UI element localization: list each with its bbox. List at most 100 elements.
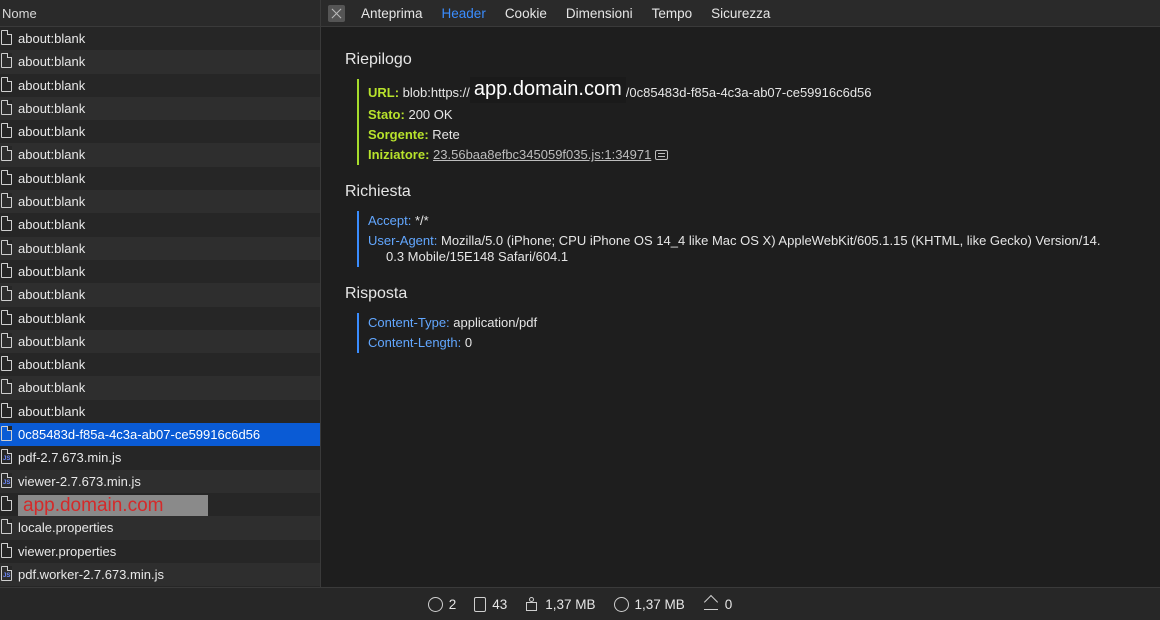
file-icon: [1, 332, 12, 348]
list-item[interactable]: about:blank: [0, 50, 320, 74]
name-column-header[interactable]: Nome: [0, 0, 320, 27]
content-length-value: 0: [464, 335, 473, 350]
list-item[interactable]: JS pdf.worker-2.7.673.min.js: [0, 562, 320, 587]
url-redacted-domain: app.domain.com: [469, 77, 626, 103]
close-icon[interactable]: [328, 4, 345, 22]
file-icon: [1, 426, 12, 442]
list-item-label: about:blank: [18, 217, 86, 233]
list-item[interactable]: about:blank: [0, 27, 320, 51]
source-value: Rete: [432, 127, 460, 142]
list-item-label: about:blank: [18, 240, 86, 256]
list-item[interactable]: about:blank: [0, 73, 320, 97]
status-row: Stato: 200 OK: [368, 105, 1160, 125]
accept-value: */*: [414, 213, 429, 228]
resources-stat: 43: [474, 596, 507, 612]
content-type-key: Content-Type:: [368, 315, 450, 330]
tab-dimensioni[interactable]: Dimensioni: [566, 6, 633, 21]
list-item-label: about:blank: [18, 263, 86, 279]
response-title: Risposta: [345, 285, 408, 302]
list-item[interactable]: JS viewer-2.7.673.min.js: [0, 469, 320, 493]
list-item[interactable]: about:blank: [0, 329, 320, 354]
file-icon: [1, 123, 12, 139]
tab-sicurezza[interactable]: Sicurezza: [711, 6, 770, 21]
request-title: Richiesta: [345, 183, 411, 200]
list-item[interactable]: about:blank: [0, 376, 320, 400]
list-item[interactable]: about:blank: [0, 96, 320, 121]
tab-header[interactable]: Header: [442, 6, 486, 21]
document-icon: [474, 596, 487, 612]
transferred-stat: 1,37 MB: [525, 596, 596, 612]
user-agent-value-1: Mozilla/5.0 (iPhone; CPU iPhone OS 14_4 …: [441, 233, 1101, 248]
list-item-label: about:blank: [18, 194, 86, 210]
file-icon: [1, 309, 12, 325]
initiator-link[interactable]: 23.56baa8efbc345059f035.js:1:34971: [433, 147, 651, 162]
file-icon: [1, 286, 12, 302]
summary-group: URL: blob:https://app.domain.com/0c85483…: [357, 77, 1160, 165]
weight-icon: [525, 597, 539, 611]
list-item-label: about:blank: [18, 403, 86, 419]
requests-stat: 2: [427, 596, 457, 612]
list-item[interactable]: about:blank: [0, 283, 320, 307]
size-stat: 1,37 MB: [613, 596, 685, 612]
file-icon: [1, 169, 12, 185]
initiator-row: Iniziatore: 23.56baa8efbc345059f035.js:1…: [368, 145, 1160, 165]
file-icon: [1, 356, 12, 372]
list-item[interactable]: JS pdf-2.7.673.min.js: [0, 446, 320, 470]
content-length-key: Content-Length:: [368, 335, 462, 350]
list-item-label: pdf-2.7.673.min.js: [18, 450, 122, 466]
list-item[interactable]: about:blank: [0, 306, 320, 330]
status-value: 200 OK: [408, 107, 453, 122]
transferred-size: 1,37 MB: [545, 596, 596, 612]
list-item[interactable]: about:blank: [0, 143, 320, 167]
list-item-label: about:blank: [18, 100, 86, 116]
file-icon: [1, 542, 12, 558]
file-icon: [1, 262, 12, 278]
list-item[interactable]: about:blank: [0, 166, 320, 191]
list-item-label: locale.properties: [18, 520, 114, 536]
list-item[interactable]: app.domain.com: [0, 492, 320, 523]
status-bar: 2 43 1,37 MB 1,37 MB 0: [0, 587, 1160, 620]
initiator-key: Iniziatore:: [368, 147, 430, 162]
js-badge: JS: [3, 456, 11, 463]
list-item-label: about:blank: [18, 170, 86, 186]
file-icon: [1, 402, 12, 418]
list-item-label: about:blank: [18, 310, 86, 326]
js-badge: JS: [3, 479, 11, 486]
list-item[interactable]: about:blank: [0, 190, 320, 214]
list-item[interactable]: locale.properties: [0, 516, 320, 540]
list-item[interactable]: viewer.properties: [0, 539, 320, 563]
reveal-source-icon[interactable]: [655, 150, 669, 160]
list-item[interactable]: about:blank: [0, 120, 320, 144]
source-key: Sorgente:: [368, 127, 429, 142]
list-item-label: about:blank: [18, 31, 86, 46]
file-icon: [1, 53, 12, 69]
file-icon: [1, 30, 12, 45]
response-group: Content-Type: application/pdf Content-Le…: [357, 313, 1160, 353]
status-key: Stato:: [368, 107, 405, 122]
file-icon: [1, 239, 12, 255]
list-item[interactable]: about:blank: [0, 259, 320, 284]
source-row: Sorgente: Rete: [368, 125, 1160, 145]
file-icon: [1, 379, 12, 395]
errors-stat: 0: [703, 597, 732, 612]
list-item[interactable]: about:blank: [0, 353, 320, 377]
globe-icon: [427, 596, 443, 612]
list-item-label: about:blank: [18, 333, 86, 349]
tab-anteprima[interactable]: Anteprima: [361, 6, 423, 21]
summary-title: Riepilogo: [345, 51, 412, 68]
file-icon: [1, 146, 12, 162]
list-item[interactable]: 0c85483d-f85a-4c3a-ab07-ce59916c6d56: [0, 423, 320, 447]
file-icon: [1, 216, 12, 232]
details-panel: Anteprima Header Cookie Dimensioni Tempo…: [321, 0, 1160, 588]
transfer-icon: [613, 596, 629, 612]
file-icon: [1, 495, 12, 511]
requests-count: 2: [448, 596, 457, 612]
js-file-icon: JS: [1, 472, 12, 488]
list-item[interactable]: about:blank: [0, 236, 320, 260]
list-item[interactable]: about:blank: [0, 213, 320, 237]
file-icon: [1, 76, 12, 92]
list-item-label: about:blank: [18, 124, 86, 140]
list-item[interactable]: about:blank: [0, 399, 320, 424]
tab-cookie[interactable]: Cookie: [505, 6, 547, 21]
tab-tempo[interactable]: Tempo: [652, 6, 693, 21]
